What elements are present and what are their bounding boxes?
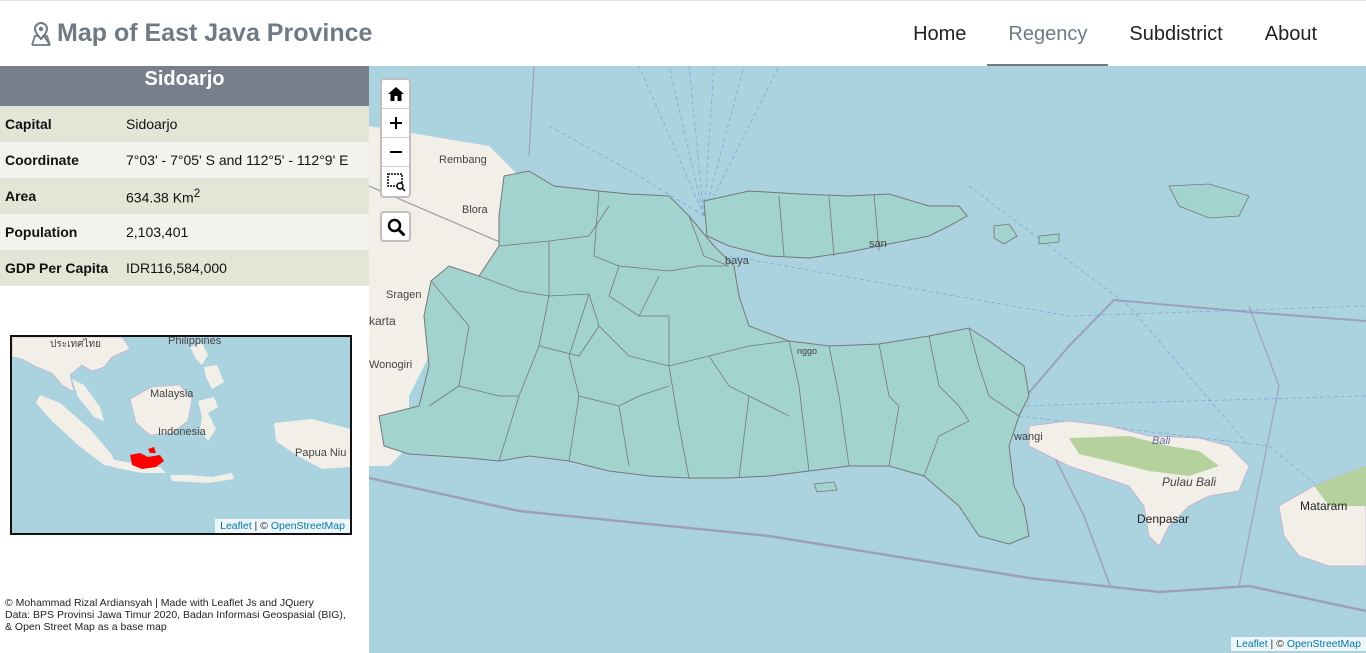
home-button[interactable]	[382, 80, 409, 109]
map-label-sragen: Sragen	[386, 289, 422, 301]
map-label-karta: karta	[369, 314, 396, 328]
info-row-area: Area 634.38 Km2	[0, 178, 369, 214]
map-tiles	[369, 66, 1366, 653]
info-row-population: Population 2,103,401	[0, 214, 369, 250]
minimap-label-indonesia: Indonesia	[158, 426, 206, 438]
nav-home[interactable]: Home	[892, 1, 987, 67]
footer-basemap: & Open Street Map as a base map	[5, 621, 167, 633]
info-key: Area	[0, 178, 121, 214]
nav-about[interactable]: About	[1244, 1, 1338, 67]
nav-regency[interactable]: Regency	[987, 1, 1109, 67]
map-label-mataram: Mataram	[1300, 499, 1348, 513]
sidebar: Sidoarjo Capital Sidoarjo Coordinate 7°0…	[0, 66, 369, 653]
map-label-denpasar: Denpasar	[1137, 512, 1190, 526]
brand[interactable]: Map of East Java Province	[30, 19, 372, 48]
map-label-bali: Bali	[1152, 435, 1171, 447]
info-row-gdp: GDP Per Capita IDR116,584,000	[0, 250, 369, 286]
info-key: Capital	[0, 106, 121, 142]
minimap-label-malaysia: Malaysia	[150, 388, 194, 400]
info-row-coordinate: Coordinate 7°03' - 7°05' S and 112°5' - …	[0, 142, 369, 178]
info-key: GDP Per Capita	[0, 250, 121, 286]
info-title: Sidoarjo	[0, 66, 369, 106]
minus-icon	[389, 151, 402, 153]
box-zoom-icon	[386, 172, 406, 192]
main-nav: Home Regency Subdistrict About	[892, 1, 1338, 67]
info-value: Sidoarjo	[121, 106, 369, 142]
map-search-button[interactable]	[380, 211, 411, 242]
map-leaflet-link[interactable]: Leaflet	[1236, 638, 1268, 650]
info-key: Coordinate	[0, 142, 121, 178]
info-key: Population	[0, 214, 121, 250]
minimap-label-philippines: Philippines	[168, 335, 222, 347]
map-label-rembang: Rembang	[439, 154, 487, 166]
search-icon	[387, 218, 405, 236]
map-label-nggo: nggo	[797, 346, 818, 356]
footer: © Mohammad Rizal Ardiansyah | Made with …	[5, 597, 367, 633]
attribution-separator: | ©	[1267, 638, 1287, 650]
minimap-label-thailand: ประเทศไทย	[50, 339, 101, 350]
plus-icon	[389, 117, 402, 129]
map-label-blora: Blora	[462, 204, 488, 216]
footer-credit: © Mohammad Rizal Ardiansyah | Made with …	[5, 597, 314, 609]
info-value: IDR116,584,000	[121, 250, 369, 286]
nav-subdistrict[interactable]: Subdistrict	[1108, 1, 1243, 67]
attribution-separator: | ©	[251, 520, 271, 532]
main-map[interactable]: Rembang Blora Sragen karta Wonogiri baya…	[369, 66, 1366, 653]
zoom-in-button[interactable]	[382, 109, 409, 138]
map-label-baya: baya	[725, 255, 749, 267]
minimap-label-papua: Papua Niu	[295, 447, 347, 459]
area-unit-exponent: 2	[193, 186, 201, 200]
map-zoom-control	[380, 78, 411, 198]
map-label-wonogiri: Wonogiri	[369, 359, 413, 371]
area-value: 634.38 Km	[126, 189, 194, 206]
map-osm-link[interactable]: OpenStreetMap	[1287, 638, 1361, 650]
info-value: 2,103,401	[121, 214, 369, 250]
navbar: Map of East Java Province Home Regency S…	[0, 0, 1366, 67]
map-label-san: san	[869, 238, 887, 250]
map-pin-icon	[31, 21, 51, 46]
minimap-osm-link[interactable]: OpenStreetMap	[271, 520, 345, 532]
minimap[interactable]: ประเทศไทย Philippines Malaysia Indonesia…	[10, 335, 352, 535]
info-value: 7°03' - 7°05' S and 112°5' - 112°9' E	[121, 142, 369, 178]
footer-data-source: Data: BPS Provinsi Jawa Timur 2020, Bada…	[5, 609, 346, 621]
minimap-leaflet-link[interactable]: Leaflet	[220, 520, 252, 532]
map-label-wangi: wangi	[1014, 431, 1043, 443]
info-row-capital: Capital Sidoarjo	[0, 106, 369, 142]
info-value: 634.38 Km2	[121, 178, 369, 214]
box-zoom-button[interactable]	[382, 167, 409, 196]
zoom-out-button[interactable]	[382, 138, 409, 167]
brand-title: Map of East Java Province	[57, 19, 373, 47]
minimap-attribution: Leaflet | © OpenStreetMap	[215, 519, 350, 533]
info-table: Capital Sidoarjo Coordinate 7°03' - 7°05…	[0, 106, 369, 286]
map-label-pulau-bali: Pulau Bali	[1162, 475, 1217, 489]
map-attribution: Leaflet | © OpenStreetMap	[1231, 637, 1366, 651]
home-icon	[387, 87, 404, 101]
